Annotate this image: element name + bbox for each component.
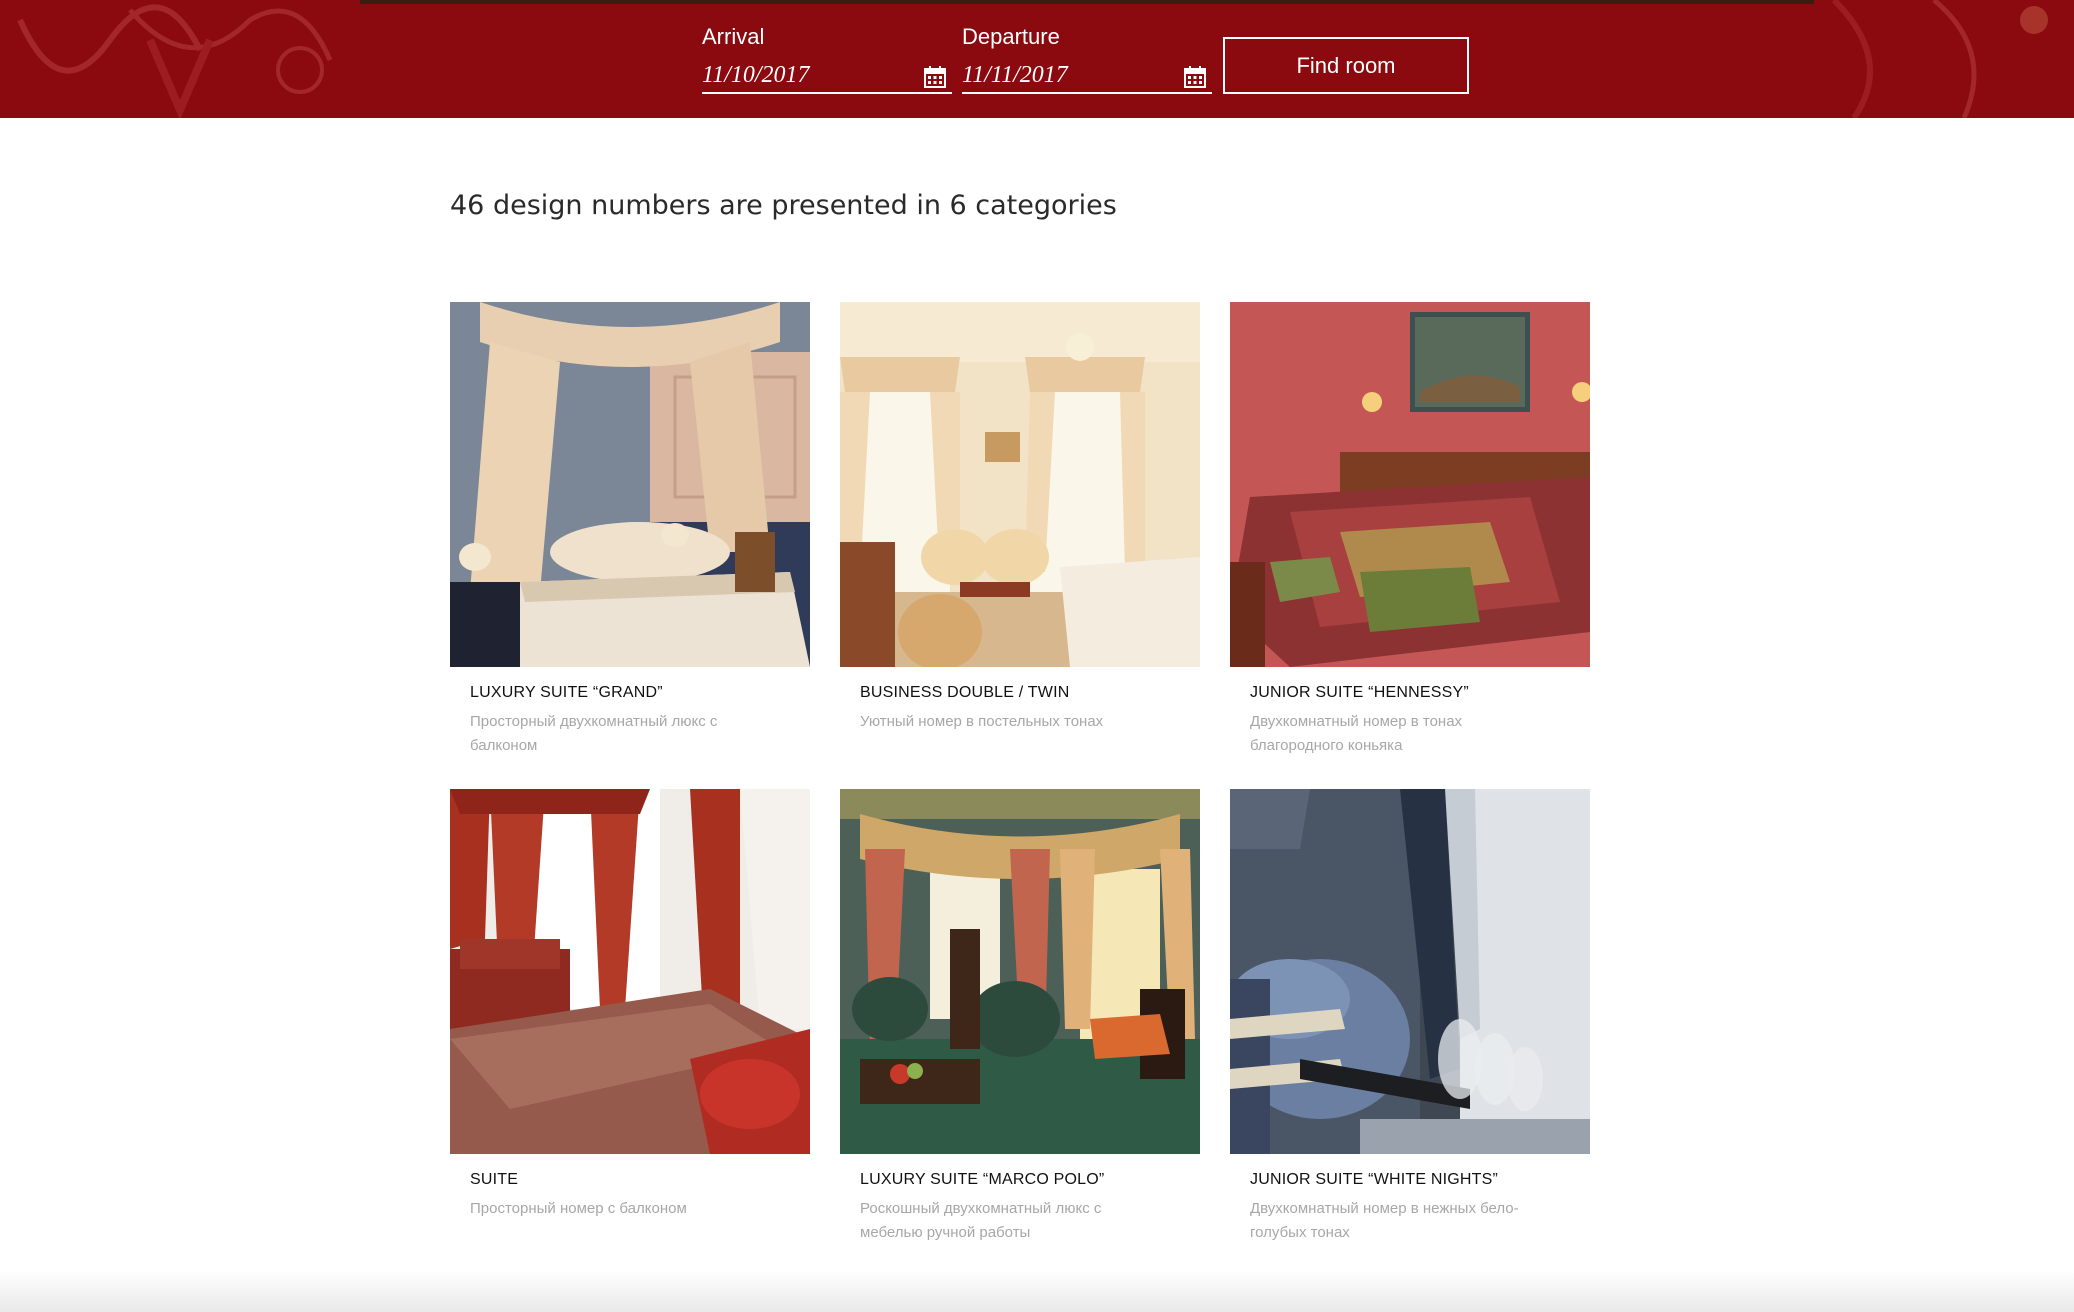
- find-room-button[interactable]: Find room: [1223, 37, 1469, 94]
- calendar-icon[interactable]: [924, 66, 946, 88]
- calendar-icon[interactable]: [1184, 66, 1206, 88]
- room-title[interactable]: JUNIOR SUITE “HENNESSY”: [1250, 684, 1469, 702]
- room-photo[interactable]: [840, 789, 1200, 1154]
- arrival-label: Arrival: [702, 24, 765, 49]
- booking-header: Arrival Departure: [0, 0, 2074, 118]
- arrival-field: Arrival: [702, 24, 952, 96]
- header-ornament-left: [0, 0, 360, 118]
- header-ornament-right: [1814, 0, 2074, 118]
- room-description: Просторный двухкомнатный люкс с балконом: [470, 713, 718, 754]
- room-photo[interactable]: [840, 302, 1200, 667]
- room-title[interactable]: LUXURY SUITE “GRAND”: [470, 684, 663, 702]
- page-bottom-fade: [0, 1270, 2074, 1312]
- room-description: Двухкомнатный номер в тонах благородного…: [1250, 713, 1463, 754]
- room-description: Двухкомнатный номер в нежных бело-голубы…: [1250, 1200, 1519, 1241]
- room-photo[interactable]: [1230, 302, 1590, 667]
- room-title[interactable]: LUXURY SUITE “MARCO POLO”: [860, 1171, 1104, 1189]
- room-title[interactable]: BUSINESS DOUBLE / TWIN: [860, 684, 1069, 702]
- departure-date-input[interactable]: [962, 58, 1212, 94]
- arrival-date-input[interactable]: [702, 58, 952, 94]
- departure-label: Departure: [962, 24, 1060, 49]
- room-description: Уютный номер в постельных тонах: [860, 713, 1104, 730]
- page-heading: 46 design numbers are presented in 6 cat…: [450, 190, 1117, 221]
- room-description: Роскошный двухкомнатный люкс с мебелью р…: [860, 1200, 1102, 1241]
- room-photo[interactable]: [1230, 789, 1590, 1154]
- room-description: Просторный номер с балконом: [470, 1200, 687, 1217]
- room-title[interactable]: SUITE: [470, 1171, 518, 1189]
- departure-field: Departure: [962, 24, 1212, 96]
- room-title[interactable]: JUNIOR SUITE “WHITE NIGHTS”: [1250, 1171, 1498, 1189]
- room-photo[interactable]: [450, 302, 810, 667]
- room-photo[interactable]: [450, 789, 810, 1154]
